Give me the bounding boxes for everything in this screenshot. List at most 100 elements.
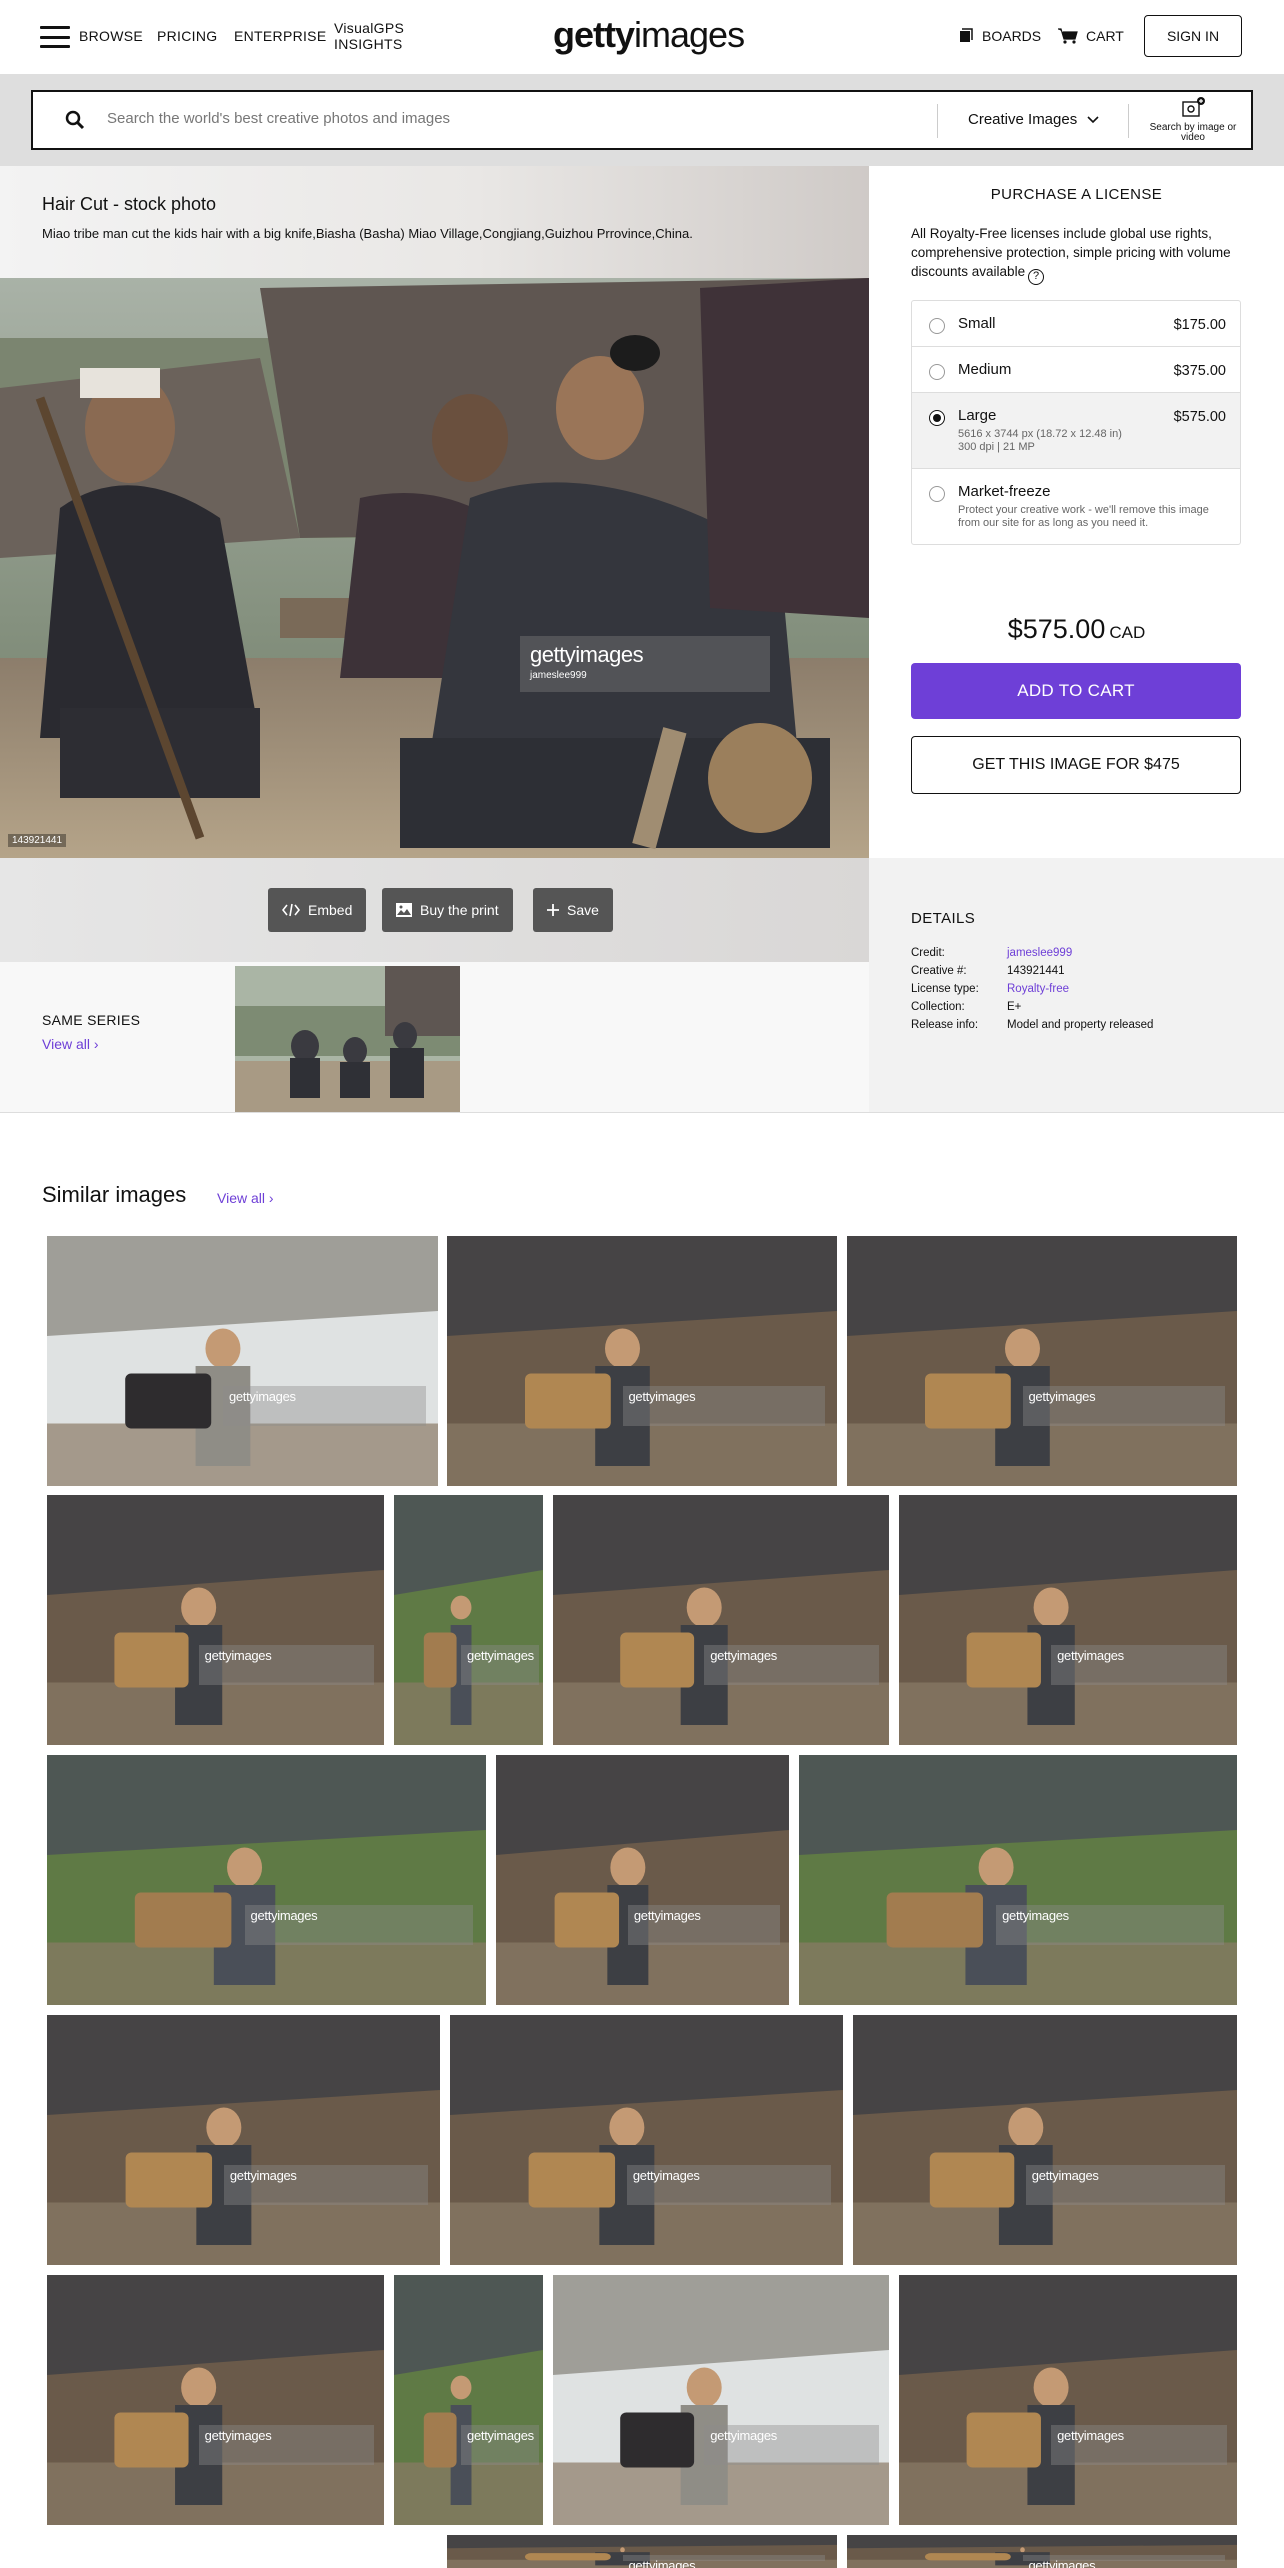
search-by-image-button[interactable]: Search by image or video [1143, 96, 1243, 146]
license-option-small[interactable]: Small $175.00 [912, 301, 1240, 347]
radio-large[interactable] [929, 410, 945, 426]
license-option-large[interactable]: Large $575.00 5616 x 3744 px (18.72 x 12… [912, 393, 1240, 469]
logo-light: images [634, 14, 745, 55]
cart-label: CART [1086, 28, 1124, 44]
getty-logo[interactable]: gettyimages [553, 14, 745, 56]
same-series-view-all[interactable]: View all › [42, 1036, 99, 1052]
license-type-link[interactable]: Royalty-free [1007, 980, 1069, 998]
add-to-cart-button[interactable]: ADD TO CART [911, 663, 1241, 719]
photo-watermark: gettyimages jameslee999 [520, 636, 770, 692]
series-thumbnail-art [235, 966, 460, 1112]
radio-market-freeze[interactable] [929, 486, 945, 502]
option-detail: 5616 x 3744 px (18.72 x 12.48 in) 300 dp… [958, 428, 1122, 453]
logo-bold: getty [553, 14, 635, 55]
similar-image-tile[interactable]: gettyimages [799, 1755, 1237, 2005]
nav-pricing[interactable]: PRICING [157, 28, 217, 44]
search-type-dropdown[interactable]: Creative Images [968, 111, 1099, 128]
tile-watermark: gettyimages [461, 1645, 539, 1685]
asset-hero: Hair Cut - stock photo Miao tribe man cu… [0, 166, 869, 962]
similar-image-tile[interactable]: gettyimages [899, 2275, 1237, 2525]
photo-id: 143921441 [8, 834, 67, 847]
tile-watermark: gettyimages [198, 2425, 374, 2465]
total-amount: $575.00 [1007, 614, 1106, 644]
similar-image-tile[interactable]: gettyimages [47, 1236, 438, 1486]
similar-image-tile[interactable]: gettyimages [47, 1755, 486, 2005]
license-description-text: All Royalty-Free licenses include global… [911, 226, 1231, 279]
main-photo[interactable]: gettyimages jameslee999 143921441 [0, 278, 869, 858]
tile-watermark: gettyimages [622, 1386, 826, 1426]
series-thumbnail[interactable] [235, 966, 460, 1112]
similar-image-art [47, 1755, 486, 2005]
similar-image-tile[interactable]: gettyimages [899, 1495, 1237, 1745]
tile-watermark: gettyimages [1051, 2425, 1227, 2465]
buy-print-button[interactable]: Buy the print [382, 888, 513, 932]
nav-enterprise[interactable]: ENTERPRISE [234, 28, 326, 44]
similar-image-tile[interactable]: gettyimages [553, 2275, 889, 2525]
similar-view-all[interactable]: View all › [217, 1190, 274, 1206]
license-option-market-freeze[interactable]: Market-freeze Protect your creative work… [912, 469, 1240, 544]
boards-link[interactable]: BOARDS [958, 28, 1041, 44]
total-price: $575.00 CAD [869, 614, 1284, 645]
tile-watermark: gettyimages [996, 1905, 1224, 1945]
license-options: Small $175.00 Medium $375.00 Large $575.… [911, 300, 1241, 545]
cart-link[interactable]: CART [1058, 28, 1124, 44]
main-photo-art [0, 278, 869, 858]
similar-image-art [47, 2275, 384, 2525]
sign-in-button[interactable]: SIGN IN [1144, 15, 1242, 57]
similar-image-art [553, 1495, 889, 1745]
search-icon[interactable] [65, 110, 85, 130]
similar-image-tile[interactable]: gettyimages [394, 1495, 543, 1745]
total-currency: CAD [1109, 623, 1146, 642]
similar-image-tile[interactable]: gettyimages [47, 1495, 384, 1745]
credit-link[interactable]: jameslee999 [1007, 944, 1072, 962]
similar-image-tile[interactable]: gettyimages [47, 2275, 384, 2525]
asset-action-bar: Embed Buy the print Save [0, 858, 869, 962]
menu-icon[interactable] [40, 26, 70, 48]
similar-image-tile[interactable]: gettyimages [394, 2275, 543, 2525]
detail-key: Creative #: [911, 965, 967, 977]
search-input[interactable]: Search the world's best creative photos … [107, 110, 450, 127]
radio-medium[interactable] [929, 364, 945, 380]
detail-row: License type: Royalty-free [911, 980, 1153, 998]
radio-small[interactable] [929, 318, 945, 334]
help-icon[interactable]: ? [1028, 268, 1045, 285]
save-button[interactable]: Save [533, 888, 613, 932]
similar-image-art [447, 1236, 837, 1486]
similar-image-art [47, 2015, 440, 2265]
boards-icon [960, 28, 973, 42]
similar-image-tile[interactable]: gettyimages [553, 1495, 889, 1745]
save-label: Save [567, 902, 599, 918]
similar-image-tile[interactable]: gettyimages [496, 1755, 789, 2005]
similar-image-art [47, 1236, 438, 1486]
similar-image-tile[interactable]: gettyimages [447, 2535, 837, 2568]
license-panel: PURCHASE A LICENSE All Royalty-Free lice… [869, 166, 1284, 858]
similar-image-tile[interactable]: gettyimages [853, 2015, 1237, 2265]
get-image-button[interactable]: GET THIS IMAGE FOR $475 [911, 736, 1241, 794]
tile-watermark: gettyimages [222, 1386, 427, 1426]
similar-image-tile[interactable]: gettyimages [447, 1236, 837, 1486]
same-series: SAME SERIES View all › [0, 962, 869, 1112]
detail-row: Release info: Model and property released [911, 1016, 1153, 1034]
detail-key: Collection: [911, 1001, 965, 1013]
details-panel: DETAILS Credit: jameslee999 Creative #: 14… [869, 858, 1284, 1112]
similar-image-tile[interactable]: gettyimages [450, 2015, 843, 2265]
tile-watermark: gettyimages [461, 2425, 539, 2465]
similar-image-art [394, 2275, 543, 2525]
similar-images-title: Similar images [42, 1182, 187, 1207]
embed-button[interactable]: Embed [268, 888, 367, 932]
license-option-medium[interactable]: Medium $375.00 [912, 347, 1240, 393]
option-price: $575.00 [1173, 409, 1226, 425]
search-bar: Search the world's best creative photos … [31, 90, 1253, 150]
view-all-label: View all [217, 1190, 265, 1206]
cart-icon [1058, 28, 1078, 44]
image-icon [396, 903, 412, 917]
nav-browse[interactable]: BROWSE [79, 28, 143, 44]
similar-image-tile[interactable]: gettyimages [847, 2535, 1237, 2568]
similar-image-tile[interactable]: gettyimages [47, 2015, 440, 2265]
option-name: Market-freeze [958, 483, 1051, 500]
view-all-label: View all [42, 1036, 90, 1052]
details-title: DETAILS [911, 910, 976, 927]
tile-watermark: gettyimages [704, 1645, 879, 1685]
nav-insights[interactable]: VisualGPS INSIGHTS [334, 20, 414, 52]
similar-image-tile[interactable]: gettyimages [847, 1236, 1237, 1486]
